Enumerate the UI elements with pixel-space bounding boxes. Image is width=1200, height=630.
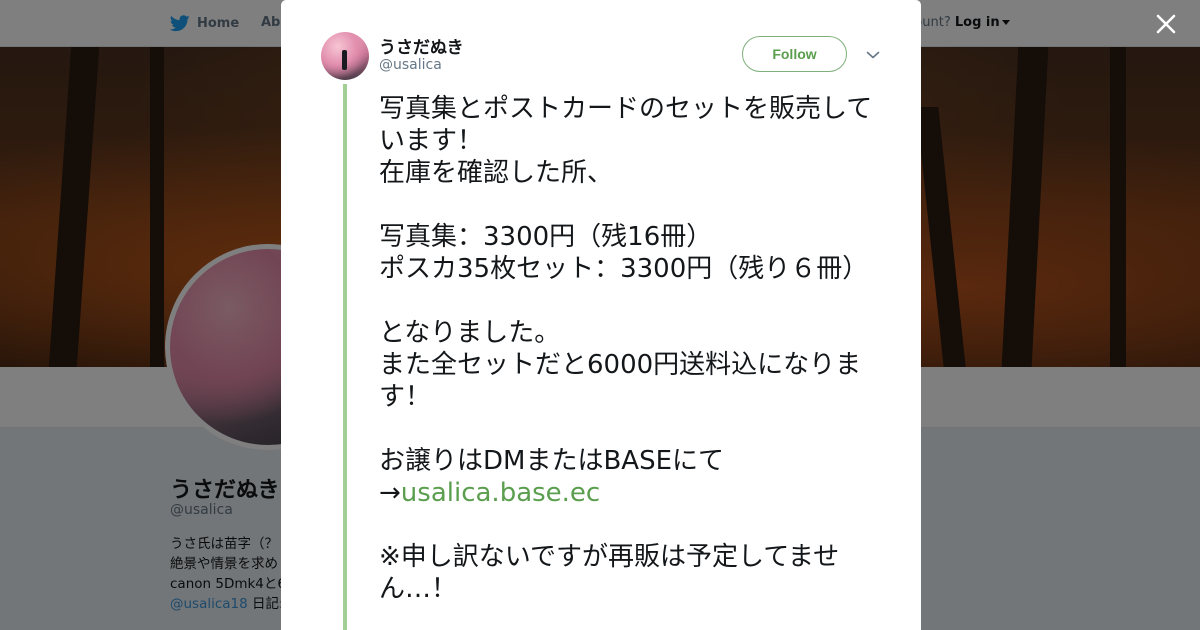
close-icon [1156, 14, 1176, 34]
follow-button[interactable]: Follow [742, 36, 847, 72]
tweet-author-name[interactable]: うさだぬき [379, 33, 464, 58]
tweet-line: ※申し訳ないですが再販は予定してません…！ [379, 542, 840, 604]
tweet-line: 在庫を確認した所、 [379, 158, 614, 188]
tweet-modal: うさだぬき @usalica Follow 写真集とポストカードのセットを販売し… [281, 0, 921, 630]
shop-link[interactable]: usalica.base.ec [401, 478, 600, 508]
chevron-down-icon [866, 51, 880, 59]
close-button[interactable] [1152, 10, 1180, 38]
tweet-line: 写真集とポストカードのセットを販売しています！ [379, 94, 873, 156]
tweet-line: 写真集：3300円（残16冊） [379, 222, 713, 252]
tweet-menu-button[interactable] [866, 47, 880, 61]
tweet-line: ポスカ35枚セット：3300円（残り６冊） [379, 254, 869, 284]
thread-line [343, 84, 347, 630]
tweet-text: 写真集とポストカードのセットを販売しています！ 在庫を確認した所、 写真集：33… [379, 93, 889, 605]
tweet-author-avatar[interactable] [321, 32, 369, 80]
tweet-link-line: →usalica.base.ec [379, 477, 889, 509]
tweet-author-handle[interactable]: @usalica [379, 57, 442, 73]
tweet-line: となりました。 [379, 318, 561, 348]
tweet-line: また全セットだと6000円送料込になります！ [379, 350, 862, 412]
link-arrow: → [379, 478, 401, 508]
tweet-line: お譲りはDMまたはBASEにて [379, 446, 725, 476]
